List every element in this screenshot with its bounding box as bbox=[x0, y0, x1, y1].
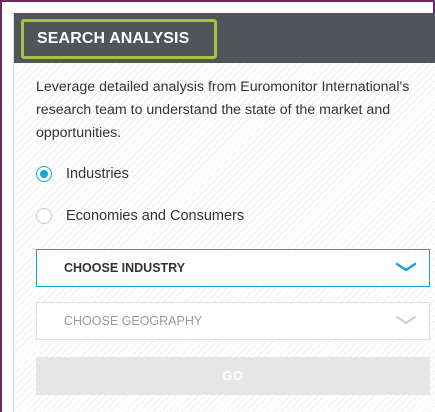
geography-select-label: CHOOSE GEOGRAPHY bbox=[64, 314, 203, 328]
panel-title: SEARCH ANALYSIS bbox=[21, 19, 217, 59]
radio-selected-icon[interactable] bbox=[36, 166, 52, 182]
geography-select[interactable]: CHOOSE GEOGRAPHY bbox=[36, 302, 430, 340]
radio-unselected-icon[interactable] bbox=[36, 208, 52, 224]
go-button[interactable]: GO bbox=[36, 357, 430, 395]
industry-select[interactable]: CHOOSE INDUSTRY bbox=[36, 249, 430, 287]
chevron-down-icon[interactable] bbox=[395, 261, 417, 273]
panel-description: Leverage detailed analysis from Euromoni… bbox=[36, 79, 410, 141]
radio-economies-label: Economies and Consumers bbox=[66, 208, 245, 224]
industry-select-label: CHOOSE INDUSTRY bbox=[64, 261, 186, 275]
search-analysis-panel: SEARCH ANALYSIS Leverage detailed analys… bbox=[13, 13, 435, 412]
panel-header: SEARCH ANALYSIS bbox=[14, 13, 435, 63]
radio-industries[interactable]: Industries bbox=[36, 163, 129, 185]
chevron-down-icon bbox=[396, 316, 416, 324]
radio-industries-label: Industries bbox=[66, 166, 129, 182]
radio-economies-consumers[interactable]: Economies and Consumers bbox=[36, 205, 244, 227]
